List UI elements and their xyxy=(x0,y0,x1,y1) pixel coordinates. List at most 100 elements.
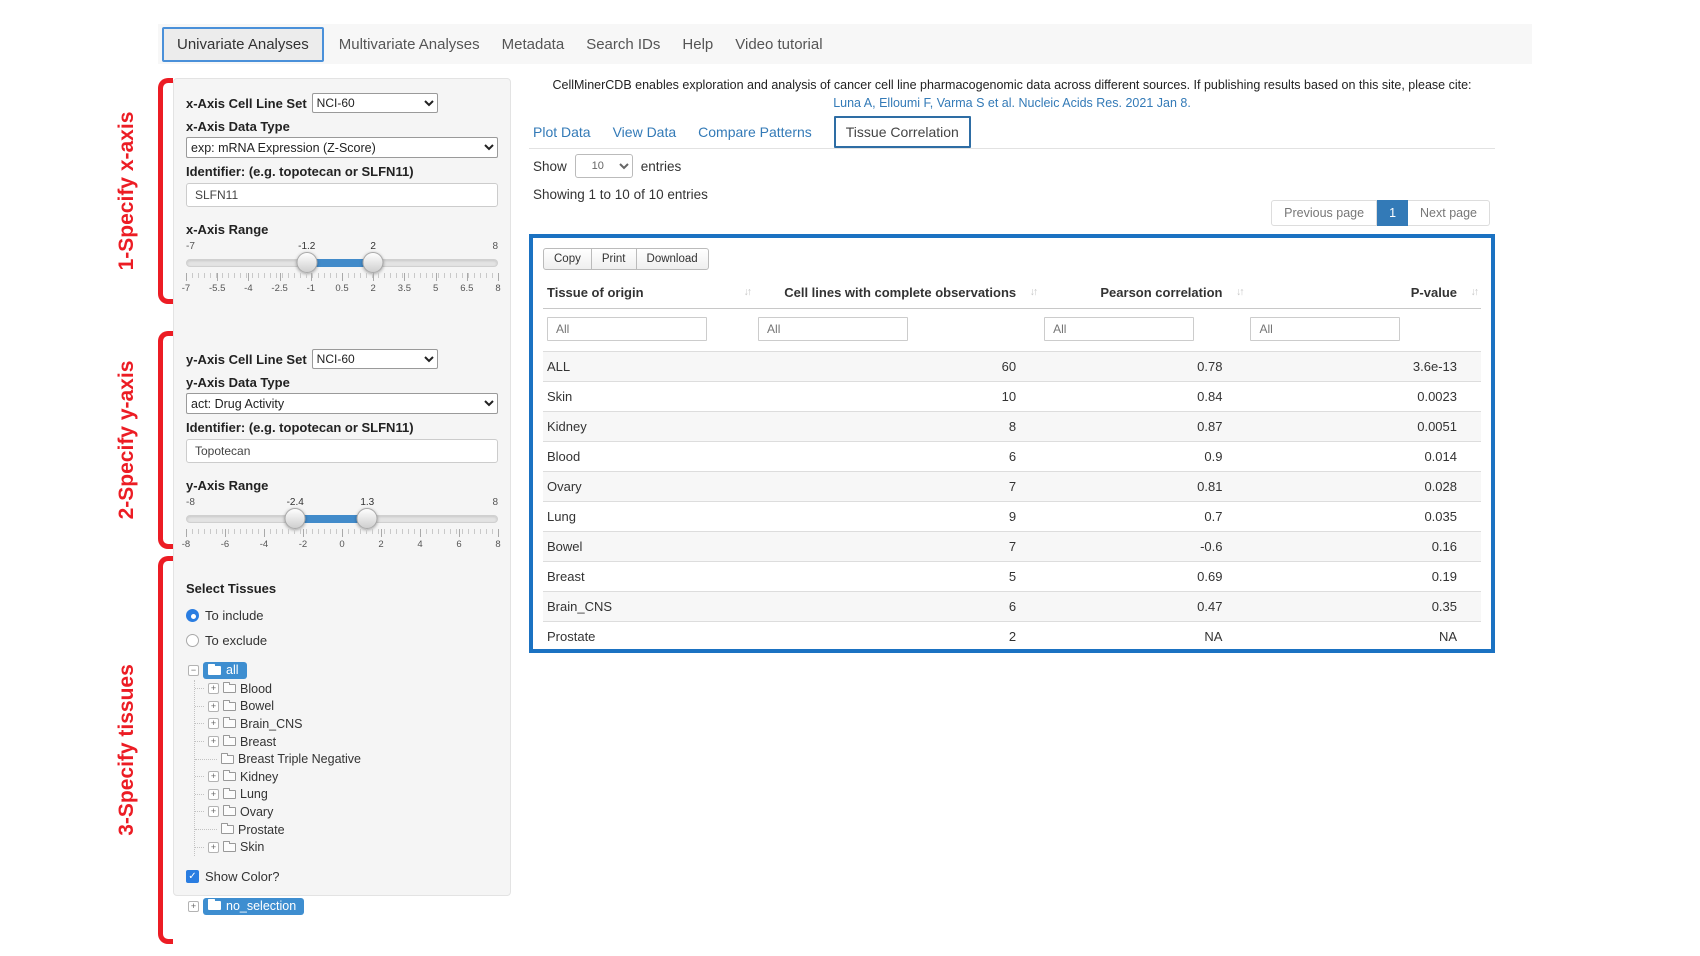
y-axis-identifier-input[interactable] xyxy=(186,439,498,463)
grid-tick-label: 4 xyxy=(417,539,422,550)
folder-icon xyxy=(223,702,236,711)
expand-icon[interactable]: + xyxy=(208,842,219,853)
y-range-min-label: -8 xyxy=(186,497,195,508)
folder-icon xyxy=(208,901,221,910)
count-cell: 9 xyxy=(754,502,1040,532)
column-header-tissue-of-origin[interactable]: Tissue of origin↓↑ xyxy=(543,279,754,309)
tree-node-breast[interactable]: +Breast xyxy=(195,733,498,751)
download-button[interactable]: Download xyxy=(636,248,709,270)
y-axis-data-type-select[interactable]: act: Drug Activity xyxy=(186,393,498,414)
tree-node-lung[interactable]: +Lung xyxy=(195,786,498,804)
tree-connector xyxy=(195,688,204,689)
grid-tick xyxy=(186,529,187,537)
expand-icon[interactable]: + xyxy=(208,701,219,712)
tree-node-all[interactable]: − all xyxy=(188,662,498,679)
tab-plot-data[interactable]: Plot Data xyxy=(533,124,591,140)
tree-node-blood[interactable]: +Blood xyxy=(195,680,498,698)
expand-icon[interactable]: + xyxy=(208,683,219,694)
tab-compare-patterns[interactable]: Compare Patterns xyxy=(698,124,812,140)
column-header-cell-lines-with-complete-observations[interactable]: Cell lines with complete observations↓↑ xyxy=(754,279,1040,309)
sort-icon: ↓↑ xyxy=(744,286,751,298)
page-length-select[interactable]: 10 xyxy=(575,154,633,178)
column-header-label: Pearson correlation xyxy=(1100,285,1222,300)
expand-icon[interactable]: + xyxy=(208,736,219,747)
expand-icon[interactable]: + xyxy=(208,771,219,782)
tissue-cell: Blood xyxy=(543,442,754,472)
grid-tick-label: 0 xyxy=(339,539,344,550)
filter-input-p-value[interactable] xyxy=(1250,317,1400,341)
tree-node-no-selection[interactable]: + no_selection xyxy=(188,898,498,915)
tab-tissue-correlation[interactable]: Tissue Correlation xyxy=(834,116,971,148)
nav-tab-multivariate-analyses[interactable]: Multivariate Analyses xyxy=(328,27,491,62)
column-header-pearson-correlation[interactable]: Pearson correlation↓↑ xyxy=(1040,279,1246,309)
tree-connector xyxy=(195,776,204,777)
previous-page-button[interactable]: Previous page xyxy=(1271,200,1377,226)
filter-input-cell-lines-with-complete-observations[interactable] xyxy=(758,317,908,341)
pearson-cell: 0.7 xyxy=(1040,502,1246,532)
radio-to-include[interactable]: To include xyxy=(186,608,498,623)
tabs-underline xyxy=(529,148,1495,149)
x-axis-data-type-select[interactable]: exp: mRNA Expression (Z-Score) xyxy=(186,137,498,158)
filter-input-tissue-of-origin[interactable] xyxy=(547,317,707,341)
count-cell: 7 xyxy=(754,532,1040,562)
nav-tab-univariate-analyses[interactable]: Univariate Analyses xyxy=(162,27,324,62)
tab-view-data[interactable]: View Data xyxy=(613,124,677,140)
top-navbar: Univariate AnalysesMultivariate Analyses… xyxy=(158,24,1532,64)
tree-node-no-selection-label: no_selection xyxy=(226,899,296,913)
expand-icon[interactable]: + xyxy=(188,901,199,912)
collapse-icon[interactable]: − xyxy=(188,665,199,676)
tree-node-kidney[interactable]: +Kidney xyxy=(195,768,498,786)
pearson-cell: -0.6 xyxy=(1040,532,1246,562)
pvalue-cell: NA xyxy=(1246,622,1481,652)
x-axis-cell-line-set-select[interactable]: NCI-60 xyxy=(312,93,438,113)
x-axis-identifier-input[interactable] xyxy=(186,183,498,207)
radio-exclude-icon xyxy=(186,634,199,647)
tree-node-brain-cns[interactable]: +Brain_CNS xyxy=(195,715,498,733)
tree-connector xyxy=(195,741,204,742)
nav-tab-help[interactable]: Help xyxy=(671,27,724,62)
tissue-cell: Prostate xyxy=(543,622,754,652)
filter-input-pearson-correlation[interactable] xyxy=(1044,317,1194,341)
page-length-control: Show 10 entries xyxy=(533,154,681,178)
tree-node-bowel[interactable]: +Bowel xyxy=(195,698,498,716)
x-range-max-label: 8 xyxy=(492,241,498,252)
pagination: Previous page 1 Next page xyxy=(1271,200,1490,226)
grid-tick xyxy=(459,529,460,537)
current-page-button[interactable]: 1 xyxy=(1377,200,1408,226)
count-cell: 60 xyxy=(754,352,1040,382)
tree-connector xyxy=(195,706,204,707)
tree-node-breast-triple-negative[interactable]: Breast Triple Negative xyxy=(195,750,498,768)
expand-icon[interactable]: + xyxy=(208,718,219,729)
show-color-checkbox-row[interactable]: ✓ Show Color? xyxy=(186,869,498,884)
x-range-handle-to[interactable] xyxy=(363,252,384,273)
sidebar-panel: x-Axis Cell Line Set NCI-60 x-Axis Data … xyxy=(173,78,511,896)
x-range-handle-from[interactable] xyxy=(296,252,317,273)
grid-tick-label: 6.5 xyxy=(460,283,473,294)
nav-tab-video-tutorial[interactable]: Video tutorial xyxy=(724,27,833,62)
print-button[interactable]: Print xyxy=(591,248,637,270)
citation-link[interactable]: Luna A, Elloumi F, Varma S et al. Nuclei… xyxy=(833,96,1191,110)
grid-tick-label: 8 xyxy=(495,539,500,550)
y-range-handle-to[interactable] xyxy=(357,508,378,529)
expand-icon[interactable]: + xyxy=(208,806,219,817)
nav-tab-search-ids[interactable]: Search IDs xyxy=(575,27,671,62)
grid-tick-label: 8 xyxy=(495,283,500,294)
tissue-cell: Brain_CNS xyxy=(543,592,754,622)
citation-text: CellMinerCDB enables exploration and ana… xyxy=(529,76,1495,94)
nav-tab-metadata[interactable]: Metadata xyxy=(491,27,576,62)
copy-button[interactable]: Copy xyxy=(543,248,592,270)
tree-node-ovary[interactable]: +Ovary xyxy=(195,803,498,821)
table-row-kidney: Kidney80.870.0051 xyxy=(543,412,1481,442)
next-page-button[interactable]: Next page xyxy=(1408,200,1490,226)
y-axis-cell-line-set-select[interactable]: NCI-60 xyxy=(312,349,438,369)
tree-node-prostate[interactable]: Prostate xyxy=(195,821,498,839)
y-range-handle-from[interactable] xyxy=(285,508,306,529)
table-row-skin: Skin100.840.0023 xyxy=(543,382,1481,412)
pearson-cell: 0.87 xyxy=(1040,412,1246,442)
filter-cell xyxy=(1246,309,1481,352)
expand-icon[interactable]: + xyxy=(208,789,219,800)
grid-tick xyxy=(373,273,374,281)
tree-node-skin[interactable]: +Skin xyxy=(195,838,498,856)
radio-to-exclude[interactable]: To exclude xyxy=(186,633,498,648)
column-header-p-value[interactable]: P-value↓↑ xyxy=(1246,279,1481,309)
